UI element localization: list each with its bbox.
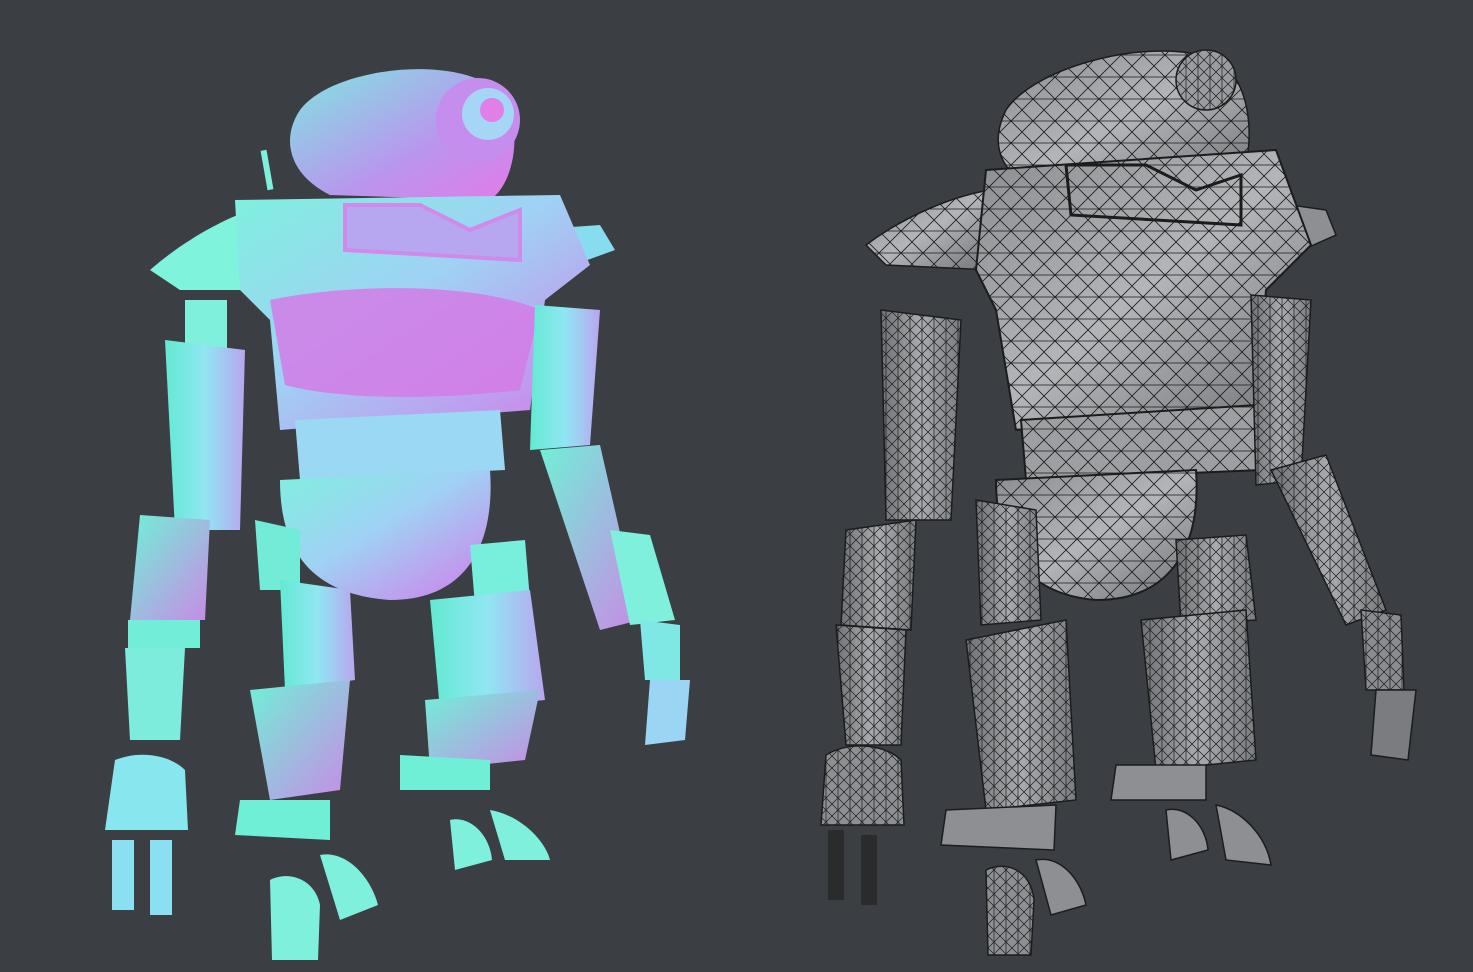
wireframe-view	[736, 0, 1473, 972]
wire-right-arm	[1250, 294, 1417, 761]
wire-left-arm	[820, 309, 962, 905]
wireframe-robot-illustration	[820, 49, 1417, 956]
normal-map-view	[0, 0, 736, 972]
model-viewport	[0, 0, 1473, 972]
normal-map-robot-illustration	[105, 69, 690, 960]
